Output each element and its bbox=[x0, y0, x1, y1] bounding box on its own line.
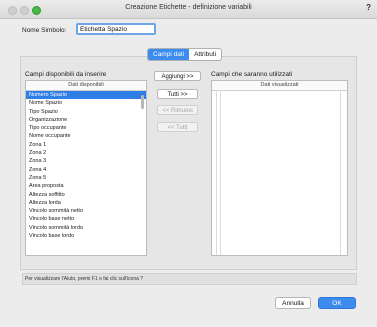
used-fields-header: Dati visualizzati bbox=[212, 81, 347, 91]
help-icon[interactable]: ? bbox=[366, 3, 371, 12]
list-item[interactable]: Organizzazione bbox=[26, 116, 146, 124]
add-all-button[interactable]: Tutti >> bbox=[157, 89, 198, 99]
column-divider bbox=[220, 90, 221, 255]
list-item[interactable]: Altezza lorda bbox=[26, 199, 146, 207]
symbol-name-input[interactable] bbox=[76, 23, 156, 35]
list-item[interactable]: Tipo Spazio bbox=[26, 108, 146, 116]
add-button[interactable]: Aggiungi >> bbox=[154, 71, 201, 81]
list-item[interactable]: Vincolo base netto bbox=[26, 215, 146, 223]
available-fields-list[interactable]: Dati disponibili Numero Spazio Nome Spazi… bbox=[25, 80, 147, 256]
used-fields-list[interactable]: Dati visualizzati bbox=[211, 80, 348, 256]
list-item[interactable]: Zona 4 bbox=[26, 166, 146, 174]
available-fields-rows: Numero Spazio Nome Spazio Tipo Spazio Organ… bbox=[26, 91, 146, 240]
list-item[interactable]: Numero Spazio bbox=[26, 91, 146, 100]
list-item[interactable]: Area proposta bbox=[26, 182, 146, 190]
available-fields-title: Campi disponibili da inserire bbox=[25, 71, 107, 78]
window-title: Creazione Etichette - definizione variab… bbox=[125, 4, 252, 11]
list-item[interactable]: Zona 2 bbox=[26, 149, 146, 157]
list-item[interactable]: Altezza soffitto bbox=[26, 191, 146, 199]
tab-data-fields[interactable]: Campi dati bbox=[148, 49, 190, 60]
list-item[interactable]: Vincolo sommità netto bbox=[26, 207, 146, 215]
available-fields-header: Dati disponibili bbox=[26, 81, 146, 91]
list-item[interactable]: Vincolo base lordo bbox=[26, 232, 146, 240]
column-divider bbox=[340, 90, 341, 255]
column-divider bbox=[216, 90, 217, 255]
help-status-bar: Per visualizzare l'Aiuto, premi F1 o fai… bbox=[22, 273, 357, 285]
used-fields-title: Campi che saranno utilizzati bbox=[211, 71, 293, 78]
list-item[interactable]: Nome occupante bbox=[26, 132, 146, 140]
list-item[interactable]: Zona 5 bbox=[26, 174, 146, 182]
list-item[interactable]: Nome Spazio bbox=[26, 99, 146, 107]
tab-switcher: Campi dati Attributi bbox=[147, 48, 223, 61]
ok-button[interactable]: OK bbox=[318, 297, 356, 309]
remove-button[interactable]: << Rimuovi bbox=[157, 105, 198, 115]
list-scrollbar[interactable] bbox=[141, 95, 144, 109]
title-bar: Creazione Etichette - definizione variab… bbox=[0, 0, 377, 19]
tab-attributes[interactable]: Attributi bbox=[189, 49, 221, 60]
fields-panel: Campi disponibili da inserire Dati dispo… bbox=[20, 56, 357, 270]
list-item[interactable]: Zona 3 bbox=[26, 157, 146, 165]
list-item[interactable]: Zona 1 bbox=[26, 141, 146, 149]
symbol-name-label: Nome Simbolo: bbox=[22, 27, 67, 34]
cancel-button[interactable]: Annulla bbox=[275, 297, 311, 309]
list-item[interactable]: Tipo occupante bbox=[26, 124, 146, 132]
list-item[interactable]: Vincolo sommità lordo bbox=[26, 224, 146, 232]
remove-all-button[interactable]: << Tutti bbox=[157, 122, 198, 132]
